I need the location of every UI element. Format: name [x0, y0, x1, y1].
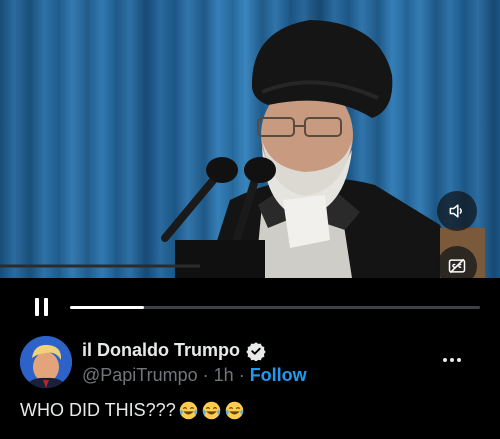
pause-button[interactable]	[30, 296, 52, 318]
captions-button[interactable]	[437, 246, 477, 278]
video-controls	[0, 278, 500, 328]
captions-icon	[448, 258, 466, 274]
more-button[interactable]	[440, 350, 464, 370]
follow-button[interactable]: Follow	[250, 365, 307, 386]
handle[interactable]: @PapiTrumpo	[82, 365, 198, 386]
separator: ·	[238, 365, 245, 385]
author-meta-row: @PapiTrumpo · 1h · Follow	[82, 365, 307, 386]
face-with-tears-of-joy-icon	[179, 401, 197, 420]
avatar[interactable]	[20, 336, 72, 388]
display-name[interactable]: il Donaldo Trumpo	[82, 340, 240, 361]
post-text-body: WHO DID THIS???	[20, 400, 176, 420]
video-player[interactable]	[0, 0, 500, 278]
author-name-row: il Donaldo Trumpo	[82, 340, 266, 361]
more-icon	[443, 358, 447, 362]
verified-badge-icon	[246, 341, 266, 361]
mute-button[interactable]	[437, 191, 477, 231]
separator: ·	[202, 365, 209, 385]
speaker-icon	[449, 204, 462, 218]
progress-bar[interactable]	[70, 306, 480, 309]
timestamp[interactable]: 1h	[214, 365, 234, 386]
avatar-image	[20, 336, 72, 388]
pause-icon	[34, 298, 39, 316]
post-text: WHO DID THIS???	[20, 400, 245, 421]
face-with-tears-of-joy-icon	[202, 401, 220, 420]
progress-fill	[70, 306, 144, 309]
video-frame	[0, 20, 485, 278]
face-with-tears-of-joy-icon	[225, 401, 243, 420]
